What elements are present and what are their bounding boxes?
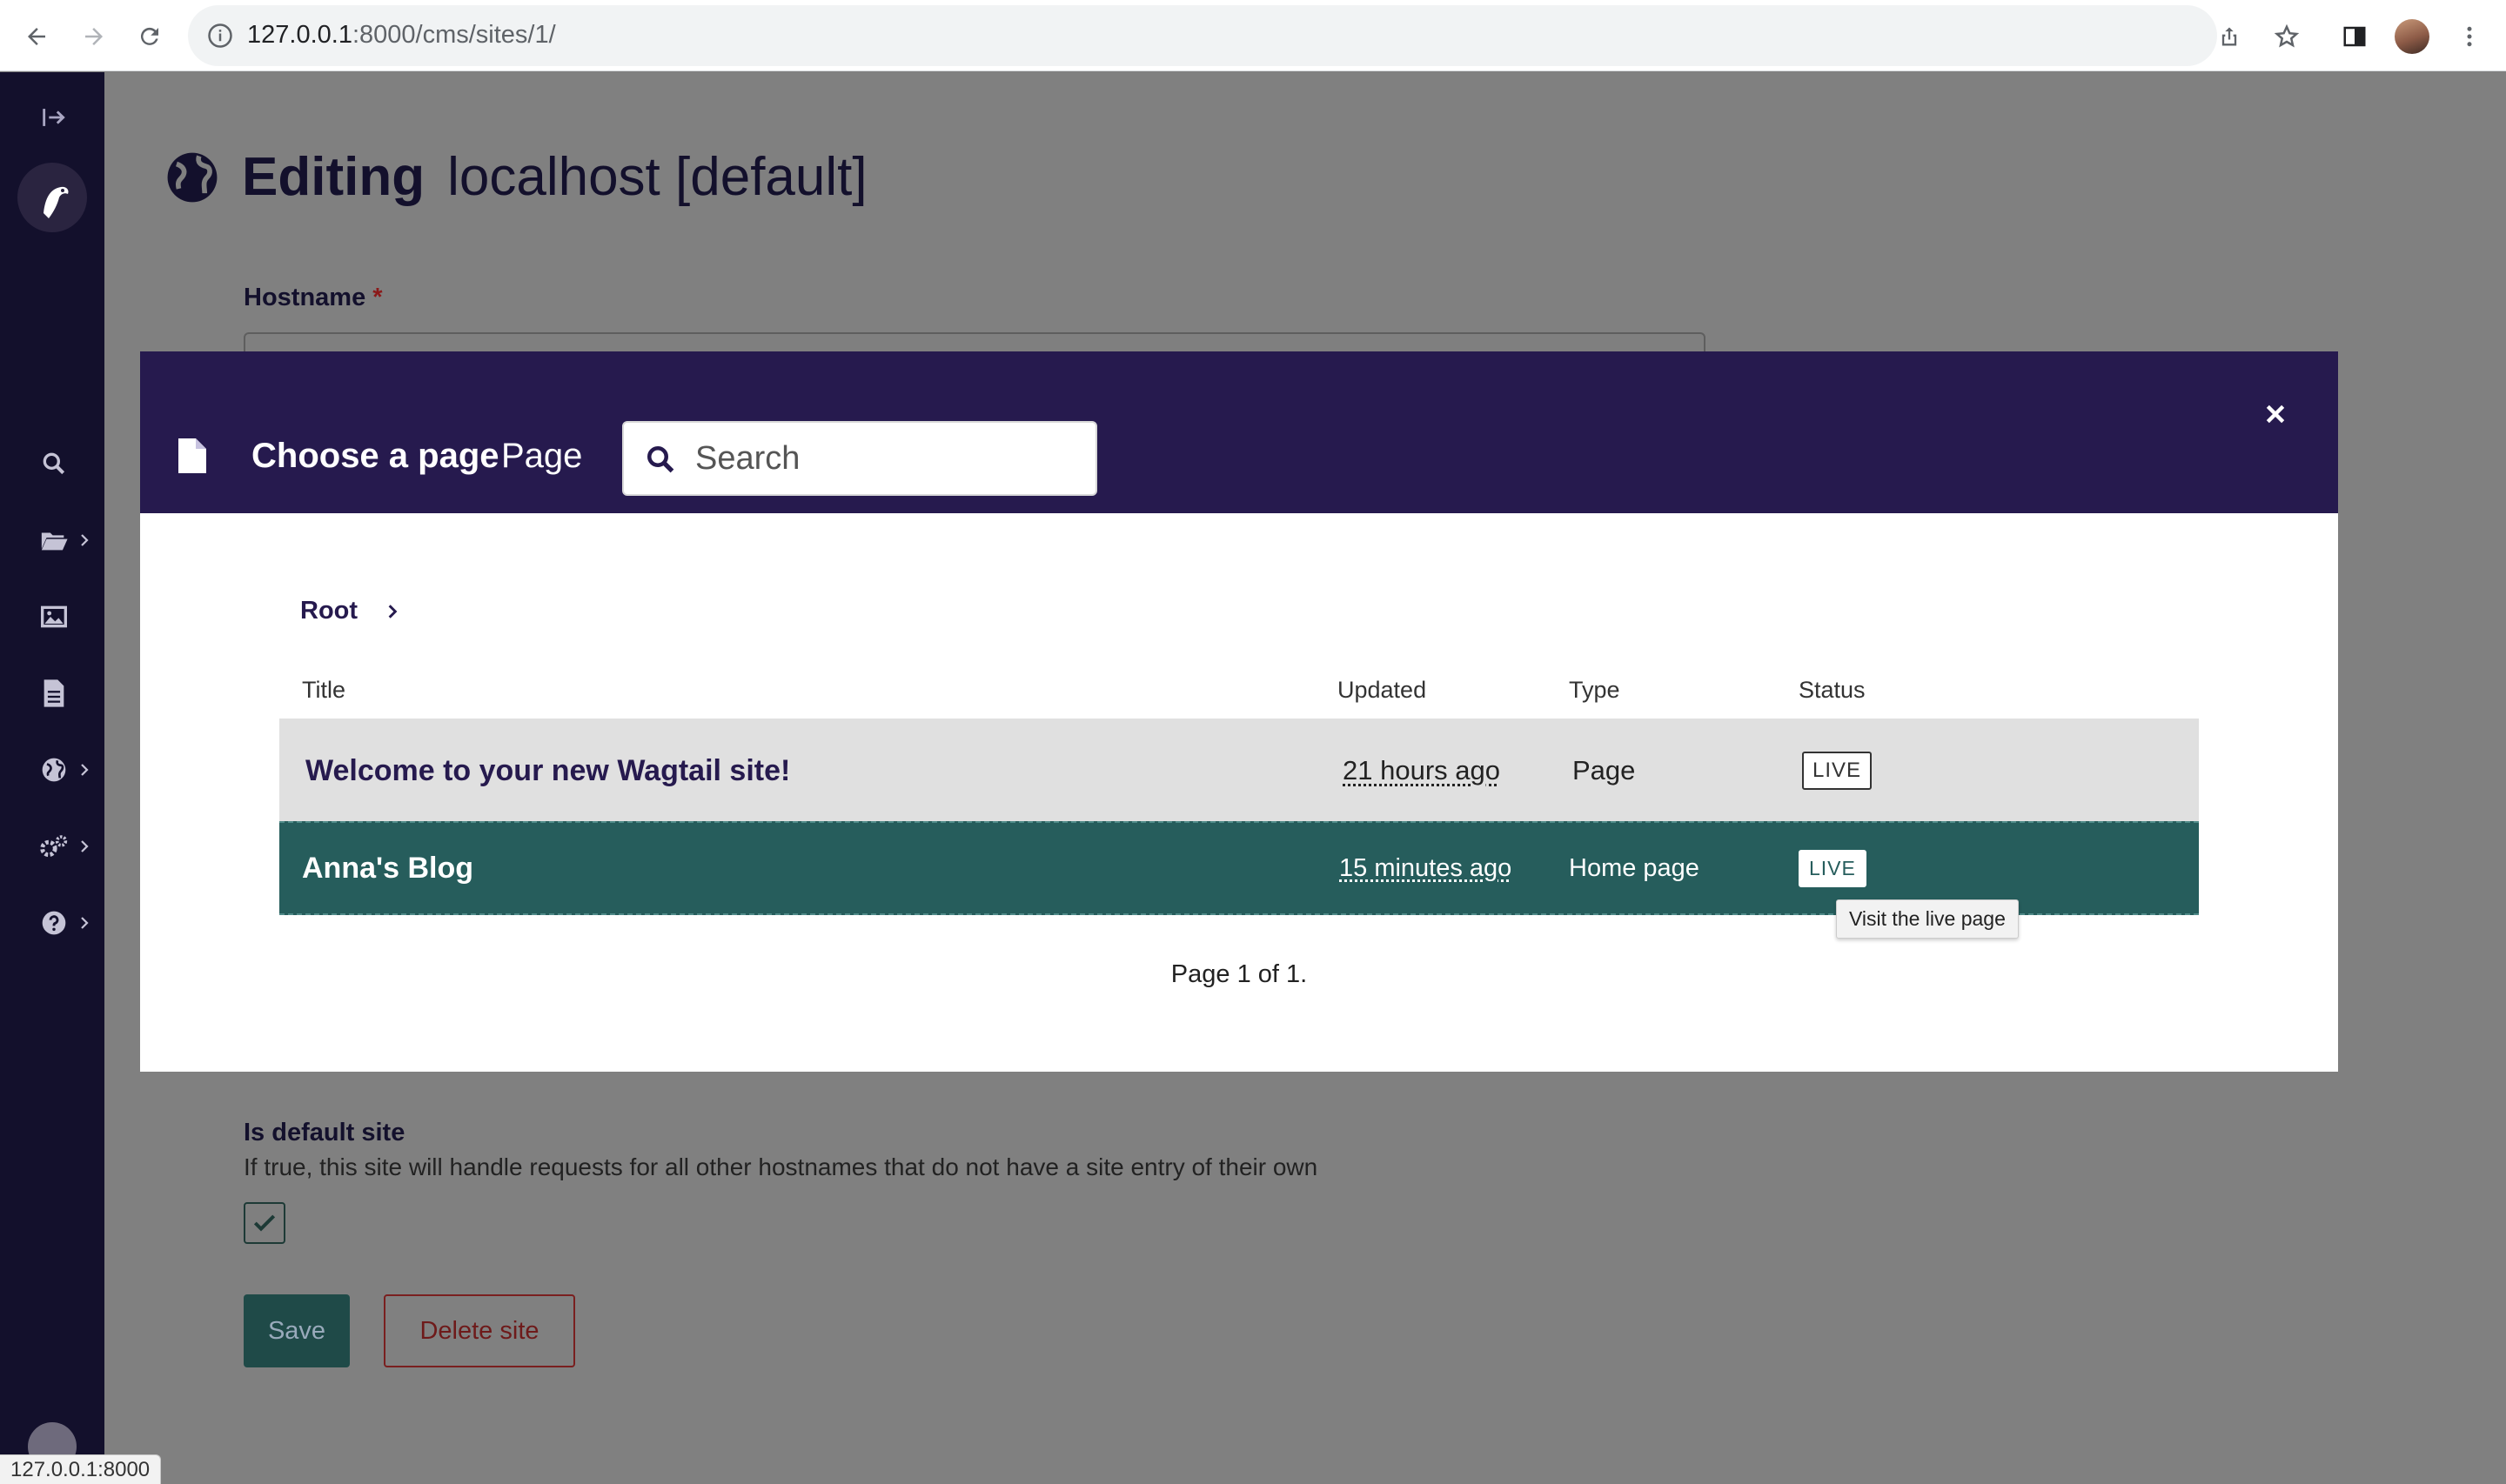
- image-icon: [38, 601, 70, 632]
- address-bar[interactable]: 127.0.0.1:8000/cms/sites/1/: [188, 5, 2217, 66]
- row-type: Page: [1572, 755, 1636, 785]
- star-icon: [2274, 23, 2300, 48]
- search-input[interactable]: [695, 423, 1078, 494]
- sidebar-item-search[interactable]: [0, 438, 104, 490]
- close-icon: [2266, 404, 2285, 424]
- page-listing-table: Title Updated Type Status Welcome to you…: [279, 661, 2199, 915]
- globe-icon: [167, 152, 218, 202]
- column-title: Title: [302, 677, 346, 703]
- browser-toolbar: 127.0.0.1:8000/cms/sites/1/: [0, 0, 2506, 71]
- page-title: Editing localhost [default]: [165, 146, 868, 208]
- modal-subtitle: Page: [501, 437, 583, 475]
- side-panel-button[interactable]: [2335, 17, 2374, 56]
- column-type: Type: [1569, 677, 1620, 703]
- page-subheading: localhost [default]: [447, 147, 868, 207]
- status-badge[interactable]: LIVE: [1799, 849, 1866, 887]
- share-button[interactable]: [2210, 17, 2248, 56]
- folder-open-icon: [38, 525, 70, 556]
- sidebar-item-help[interactable]: [0, 897, 104, 949]
- sidebar: [0, 72, 104, 1484]
- status-badge[interactable]: LIVE: [1802, 752, 1873, 790]
- table-row[interactable]: Welcome to your new Wagtail site! 21 hou…: [279, 720, 2199, 821]
- default-site-help: If true, this site will handle requests …: [244, 1153, 1318, 1180]
- chevron-right-icon: [81, 534, 89, 546]
- required-marker: *: [372, 284, 383, 311]
- bookmark-button[interactable]: [2268, 17, 2306, 56]
- tooltip: Visit the live page: [1836, 899, 2019, 939]
- row-updated: 21 hours ago: [1343, 755, 1500, 785]
- cogs-icon: [38, 831, 70, 862]
- globe-icon: [38, 754, 70, 785]
- arrow-right-icon: [85, 28, 103, 45]
- chevron-right-icon: [81, 840, 89, 852]
- sidebar-item-documents[interactable]: [0, 667, 104, 719]
- wagtail-logo[interactable]: [17, 163, 87, 232]
- delete-site-button[interactable]: Delete site: [384, 1294, 575, 1367]
- column-updated: Updated: [1337, 677, 1427, 703]
- chevron-right-icon: [81, 917, 89, 929]
- url-text: 127.0.0.1:8000/cms/sites/1/: [247, 21, 556, 49]
- column-status: Status: [1799, 677, 1866, 703]
- choose-page-modal: Choose a page Page Root Title Updated Ty…: [140, 351, 2338, 1072]
- breadcrumb-root[interactable]: Root: [300, 597, 358, 625]
- sidebar-item-pages[interactable]: [0, 514, 104, 566]
- sidebar-item-images[interactable]: [0, 591, 104, 643]
- row-updated: 15 minutes ago: [1339, 853, 1512, 882]
- browser-status-bar: 127.0.0.1:8000: [0, 1454, 162, 1484]
- chevron-right-icon: [388, 604, 398, 618]
- row-title[interactable]: Welcome to your new Wagtail site!: [305, 754, 790, 788]
- document-icon: [178, 438, 206, 473]
- reload-button[interactable]: [131, 17, 169, 56]
- modal-header: Choose a page Page: [140, 351, 2338, 513]
- sidebar-item-settings[interactable]: [0, 820, 104, 872]
- save-button[interactable]: Save: [244, 1294, 350, 1367]
- expand-sidebar-icon: [38, 102, 70, 133]
- sidebar-toggle[interactable]: [0, 91, 104, 144]
- bird-icon: [44, 186, 69, 218]
- more-vert-icon: [2467, 26, 2472, 47]
- menu-button[interactable]: [2450, 17, 2489, 56]
- side-panel-icon: [2343, 26, 2366, 47]
- breadcrumb: Root: [300, 597, 401, 625]
- page-heading: Editing: [242, 147, 425, 207]
- default-site-checkbox[interactable]: [244, 1202, 285, 1244]
- table-header: Title Updated Type Status: [279, 661, 2199, 720]
- checkmark-icon: [253, 1214, 276, 1232]
- close-button[interactable]: [2258, 397, 2293, 431]
- chevron-right-icon: [81, 764, 89, 776]
- help-icon: [38, 907, 70, 939]
- search-icon: [38, 448, 70, 479]
- back-button[interactable]: [17, 17, 56, 56]
- default-site-label: Is default site: [244, 1119, 405, 1146]
- info-icon[interactable]: [207, 23, 233, 49]
- document-icon: [38, 678, 70, 709]
- reload-icon: [140, 27, 158, 45]
- modal-title: Choose a page: [251, 437, 499, 475]
- share-icon: [2221, 27, 2237, 46]
- forward-button[interactable]: [75, 17, 113, 56]
- row-type: Home page: [1569, 853, 1699, 882]
- search-icon: [647, 446, 674, 473]
- row-title[interactable]: Anna's Blog: [302, 852, 473, 886]
- pagination-text: Page 1 of 1.: [1170, 960, 1308, 988]
- profile-avatar[interactable]: [2395, 19, 2429, 54]
- arrow-left-icon: [28, 28, 45, 45]
- hostname-label: Hostname *: [244, 284, 383, 311]
- sidebar-item-sites[interactable]: [0, 744, 104, 796]
- search-field[interactable]: [622, 421, 1097, 496]
